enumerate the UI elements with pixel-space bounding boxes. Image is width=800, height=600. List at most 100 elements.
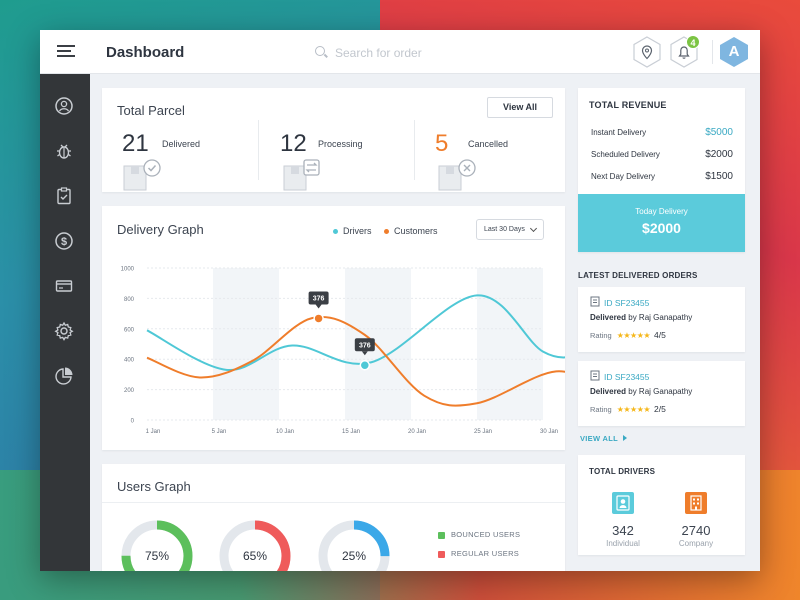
- stat-label: Cancelled: [468, 139, 509, 149]
- avatar-letter: A: [728, 43, 740, 60]
- rating-value: 4/5: [654, 330, 666, 340]
- order-status: Delivered: [590, 313, 627, 322]
- bug-icon[interactable]: [54, 141, 74, 161]
- rating-label: Rating: [590, 405, 612, 414]
- individual-label: Individual: [606, 539, 640, 548]
- stat-cancelled: 5 Cancelled: [435, 128, 555, 191]
- parcel-title: Total Parcel: [117, 103, 185, 118]
- document-icon: [590, 370, 600, 381]
- y-tick-label: 1000: [121, 267, 135, 273]
- rating-value: 2/5: [654, 404, 666, 414]
- processing-box-icon: [283, 159, 320, 191]
- total-parcel-card: Total Parcel View All 21 Delivered 12 Pr…: [102, 88, 565, 192]
- page-title: Dashboard: [106, 44, 185, 61]
- orders-title: LATEST DELIVERED ORDERS: [578, 271, 698, 280]
- legend-label: BOUNCED USERS: [451, 530, 521, 539]
- location-icon: [633, 36, 661, 68]
- order-status: Delivered: [590, 387, 627, 396]
- x-tick-label: 30 Jan: [540, 429, 558, 435]
- dollar-icon[interactable]: $: [54, 231, 74, 251]
- legend-swatch: [438, 531, 445, 539]
- stat-processing: 12 Processing: [280, 128, 410, 191]
- revenue-value: $5000: [705, 127, 733, 138]
- revenue-row: Next Day Delivery $1500: [591, 171, 733, 186]
- view-all-orders-link[interactable]: VIEW ALL: [580, 434, 627, 443]
- legend-bounced: BOUNCED USERS: [438, 530, 520, 539]
- tooltip-label: 376: [313, 295, 325, 302]
- x-tick-label: 25 Jan: [474, 429, 492, 435]
- top-bar: Dashboard 4 A: [40, 30, 760, 74]
- donut-label: 75%: [145, 549, 169, 563]
- data-point-marker: [313, 313, 324, 324]
- menu-icon[interactable]: [57, 45, 75, 57]
- today-delivery-panel: Today Delivery $2000: [578, 194, 745, 252]
- donut-label: 65%: [243, 549, 267, 563]
- delivery-graph-card: Delivery Graph Drivers Customers Last 30…: [102, 206, 565, 450]
- order-rating: Rating ★★★★★ 2/5: [590, 404, 666, 414]
- rating-stars: ★★★★★: [616, 331, 651, 340]
- search-bar: [315, 44, 515, 62]
- y-tick-label: 200: [124, 388, 135, 394]
- revenue-value: $2000: [705, 149, 733, 160]
- order-card[interactable]: ID SF23455 Delivered by Raj Ganapathy Ra…: [578, 361, 745, 426]
- location-button[interactable]: [632, 36, 662, 68]
- today-value: $2000: [642, 220, 681, 236]
- company-driver-icon: [685, 492, 707, 514]
- stat-label: Processing: [318, 139, 363, 149]
- stat-divider: [414, 120, 415, 180]
- sidebar: $: [40, 74, 90, 571]
- drivers-title: TOTAL DRIVERS: [589, 467, 656, 476]
- order-rating: Rating ★★★★★ 4/5: [590, 330, 666, 340]
- revenue-row: Scheduled Delivery $2000: [591, 149, 733, 164]
- legend-regular: REGULAR USERS: [438, 549, 519, 558]
- legend-swatch: [438, 550, 445, 558]
- x-tick-label: 20 Jan: [408, 429, 426, 435]
- order-id[interactable]: ID SF23455: [604, 372, 649, 382]
- card-icon[interactable]: [54, 276, 74, 296]
- revenue-row: Instant Delivery $5000: [591, 127, 733, 142]
- individual-driver-icon: [612, 492, 634, 514]
- delivery-chart: 0 200 400 600 800 1000 1 Jan 5 Jan 10 Jan 15 Jan 2…: [121, 267, 565, 435]
- app-window: Dashboard 4 A: [40, 30, 760, 571]
- order-delivered-by: Delivered by Raj Ganapathy: [590, 313, 692, 322]
- gear-icon[interactable]: [54, 321, 74, 341]
- svg-text:$: $: [61, 236, 67, 248]
- stat-value: 12: [280, 130, 307, 157]
- document-icon: [590, 296, 600, 307]
- pie-chart-icon[interactable]: [54, 366, 74, 386]
- revenue-title: TOTAL REVENUE: [589, 100, 667, 110]
- order-card[interactable]: ID SF23455 Delivered by Raj Ganapathy Ra…: [578, 287, 745, 352]
- stat-value: 5: [435, 130, 449, 157]
- data-point-marker: [359, 360, 371, 371]
- order-id[interactable]: ID SF23455: [604, 298, 649, 308]
- order-delivered-by: Delivered by Raj Ganapathy: [590, 387, 692, 396]
- view-all-button[interactable]: View All: [487, 97, 553, 118]
- stat-value: 21: [122, 130, 149, 157]
- revenue-label: Scheduled Delivery: [591, 150, 660, 159]
- x-tick-label: 1 Jan: [146, 429, 161, 435]
- x-tick-label: 5 Jan: [212, 429, 227, 435]
- tooltip-label: 376: [359, 342, 371, 349]
- order-courier: by Raj Ganapathy: [626, 313, 693, 322]
- search-input[interactable]: [335, 44, 515, 62]
- revenue-label: Next Day Delivery: [591, 172, 656, 181]
- x-tick-label: 15 Jan: [342, 429, 360, 435]
- revenue-label: Instant Delivery: [591, 128, 647, 137]
- avatar[interactable]: A: [718, 36, 750, 68]
- chart-band: [213, 268, 279, 420]
- total-revenue-card: TOTAL REVENUE Instant Delivery $5000 Sche…: [578, 88, 745, 252]
- stat-divider: [258, 120, 259, 180]
- order-courier: by Raj Ganapathy: [626, 387, 693, 396]
- search-icon: [315, 46, 325, 56]
- total-drivers-card: TOTAL DRIVERS 342 Individual 2740 Compan…: [578, 455, 745, 555]
- y-tick-label: 600: [124, 327, 135, 333]
- today-label: Today Delivery: [635, 207, 688, 216]
- header-divider: [712, 40, 713, 64]
- revenue-value: $1500: [705, 171, 733, 182]
- clipboard-icon[interactable]: [54, 186, 74, 206]
- y-tick-label: 400: [124, 358, 135, 364]
- notification-badge: 4: [686, 35, 700, 49]
- user-icon[interactable]: [54, 96, 74, 116]
- legend-label: REGULAR USERS: [451, 549, 520, 558]
- users-graph-card: Users Graph 75% 65% 25% BOUNCED USERS REGU…: [102, 464, 565, 571]
